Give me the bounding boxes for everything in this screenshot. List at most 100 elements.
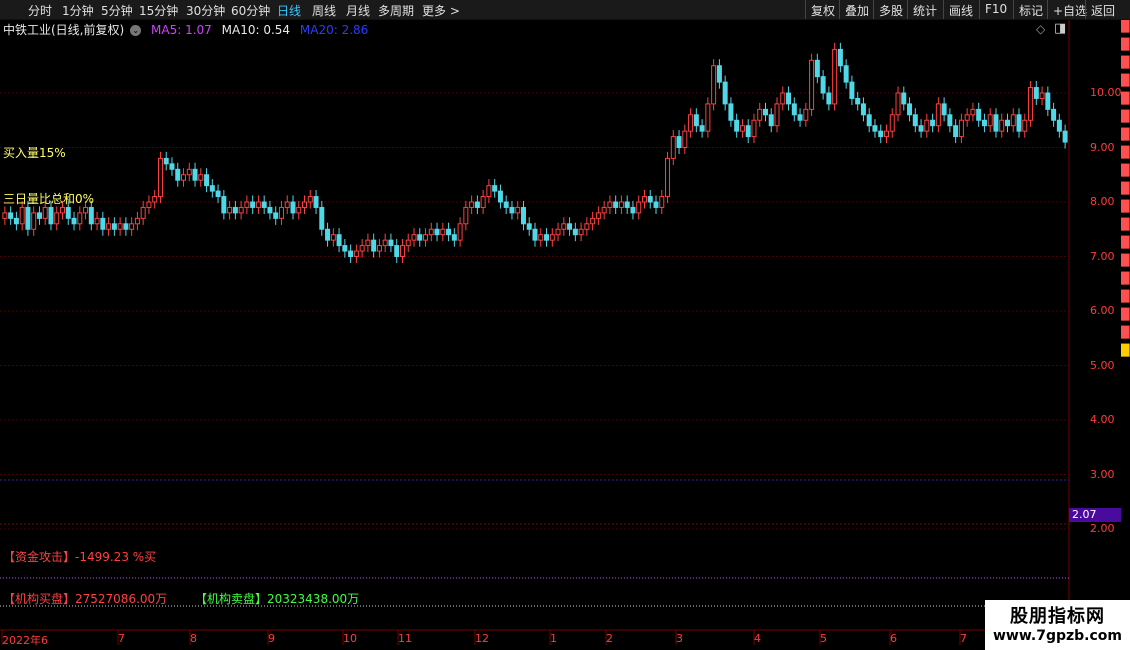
y-tick-label: 7.00 (1090, 249, 1115, 263)
candle-body (152, 196, 158, 203)
candle-body (722, 81, 728, 105)
candle-body (837, 48, 843, 67)
three-day-ratio-label: 三日量比总和0% (3, 192, 95, 206)
candle-body (451, 234, 457, 241)
candle-body (981, 119, 987, 127)
candle-body (1033, 87, 1039, 99)
candle-body (526, 223, 532, 230)
x-tick-label: 6 (890, 632, 897, 645)
candle-body (319, 206, 325, 230)
candle-body (509, 206, 515, 214)
candle-body (601, 206, 607, 214)
candle-body (711, 65, 717, 105)
candle-body (647, 196, 653, 203)
candle-body (716, 65, 722, 83)
side-info-strip[interactable]: █ █ █ █ █ █ █ █ █ █ █ █ █ █ █ █ █ █ █ (1121, 20, 1130, 420)
candle-body (284, 201, 290, 208)
x-tick-label: 7 (118, 632, 125, 645)
candle-body (232, 206, 238, 214)
candle-body (878, 130, 884, 138)
candle-body (296, 206, 302, 214)
candle-body (728, 103, 734, 121)
candle-body (140, 206, 146, 219)
candle-body (336, 234, 342, 247)
x-tick-label: 8 (190, 632, 197, 645)
candle-body (739, 125, 745, 132)
candle-body (83, 206, 89, 214)
candle-body (613, 201, 619, 208)
candle-body (843, 65, 849, 83)
candle-body (250, 201, 256, 208)
candle-body (630, 206, 636, 214)
x-tick-label: 11 (398, 632, 412, 645)
candle-body (42, 206, 48, 219)
candle-body (94, 217, 100, 225)
candle-body (399, 245, 405, 258)
candlestick-chart[interactable] (0, 0, 1130, 650)
y-tick-label: 10.00 (1090, 86, 1122, 99)
candle-body (365, 239, 371, 247)
candle-body (36, 212, 42, 219)
candle-body (883, 130, 889, 138)
candle-body (163, 157, 169, 165)
candle-body (359, 245, 365, 252)
candle-body (457, 223, 463, 241)
candle-body (302, 201, 308, 208)
candle-body (987, 114, 993, 127)
x-tick-label: 12 (475, 632, 489, 645)
candle-body (209, 185, 215, 192)
institution-buy-label: 【机构买盘】27527086.00万 (3, 592, 168, 606)
candle-body (918, 125, 924, 132)
candle-body (751, 119, 757, 138)
candle-body (244, 201, 250, 208)
candle-body (497, 190, 503, 203)
candle-body (117, 223, 123, 230)
candle-body (567, 223, 573, 230)
candle-body (930, 119, 936, 127)
candle-body (866, 114, 872, 127)
candle-body (699, 125, 705, 132)
candle-body (204, 174, 210, 187)
candle-body (653, 201, 659, 208)
x-tick-label: 7 (960, 632, 967, 645)
candle-body (889, 114, 895, 132)
y-tick-label: 9.00 (1090, 140, 1115, 154)
candle-body (411, 234, 417, 241)
candle-body (688, 114, 694, 132)
candle-body (780, 92, 786, 105)
candle-body (446, 228, 452, 236)
candle-body (757, 108, 763, 121)
candle-body (394, 245, 400, 258)
candle-body (313, 196, 319, 208)
candle-body (826, 92, 832, 105)
candle-body (181, 174, 187, 181)
candle-body (1004, 119, 1010, 127)
candle-body (734, 119, 740, 132)
candle-body (964, 114, 970, 121)
candle-body (1051, 108, 1057, 121)
candle-body (572, 228, 578, 236)
candle-body (520, 206, 526, 225)
candle-body (820, 76, 826, 94)
candle-body (947, 114, 953, 127)
candle-body (791, 103, 797, 116)
candle-body (976, 108, 982, 121)
candle-body (198, 174, 204, 181)
candle-body (111, 223, 117, 230)
y-tick-label: 8.00 (1090, 195, 1115, 208)
candle-body (175, 168, 181, 181)
candle-body (376, 245, 382, 252)
candle-body (1045, 92, 1051, 110)
y-tick-label: 2.00 (1090, 522, 1115, 535)
candle-body (618, 201, 624, 208)
candle-body (492, 185, 498, 192)
candle-body (54, 212, 60, 225)
candle-body (907, 103, 913, 116)
candle-body (382, 239, 388, 247)
candle-body (77, 212, 83, 225)
candle-body (227, 206, 233, 214)
candle-body (106, 223, 112, 230)
candle-body (676, 136, 682, 149)
candle-body (480, 196, 486, 208)
candle-body (809, 59, 815, 110)
